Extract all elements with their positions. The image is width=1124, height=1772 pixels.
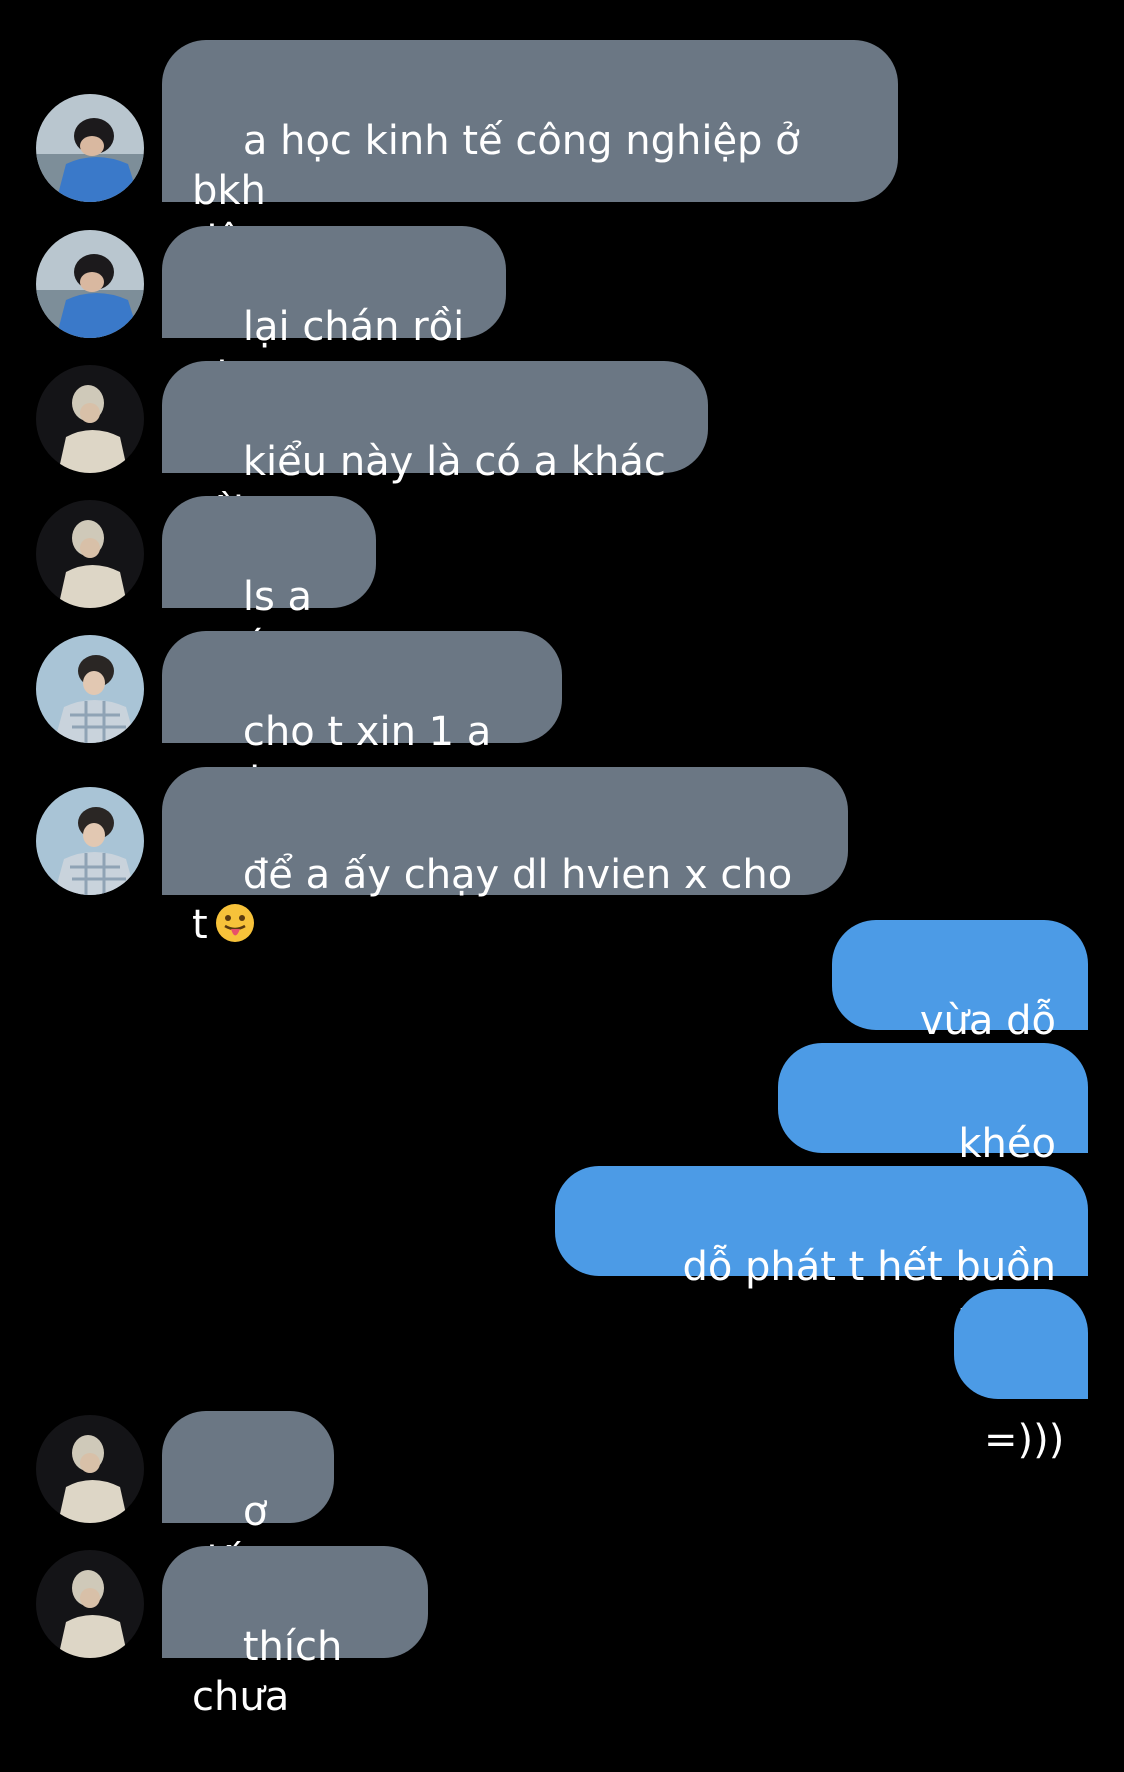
avatar-blue-shirt[interactable] bbox=[36, 94, 144, 202]
message-text: thích chưa bbox=[192, 1624, 356, 1720]
incoming-message[interactable]: kiểu này là có a khác rồi bbox=[162, 361, 708, 535]
incoming-message[interactable]: cho t xin 1 a vs b bbox=[162, 631, 562, 805]
avatar-blonde-dark[interactable] bbox=[36, 1415, 144, 1523]
message-text: để a ấy chạy dl hvien x cho t bbox=[192, 852, 805, 948]
incoming-message[interactable]: lại chán rồi ak bbox=[162, 226, 506, 400]
avatar-blonde-dark[interactable] bbox=[36, 365, 144, 473]
outgoing-message[interactable]: =))) bbox=[954, 1289, 1088, 1463]
tongue-out-emoji bbox=[214, 902, 256, 956]
avatar-plaid-shirt[interactable] bbox=[36, 635, 144, 743]
outgoing-message[interactable]: dỗ phát t hết buồn ngay bbox=[555, 1166, 1088, 1340]
incoming-message[interactable]: thích chưa bbox=[162, 1546, 428, 1720]
avatar-blue-shirt[interactable] bbox=[36, 230, 144, 338]
outgoing-message[interactable]: vừa dỗ rồi bbox=[832, 920, 1088, 1094]
incoming-message[interactable]: ơ đấy bbox=[162, 1411, 334, 1585]
incoming-message[interactable]: để a ấy chạy dl hvien x cho t bbox=[162, 767, 848, 948]
incoming-message[interactable]: ls a quá bbox=[162, 496, 376, 670]
outgoing-message[interactable]: khéo mồm ls bbox=[778, 1043, 1088, 1217]
incoming-message[interactable]: a học kinh tế công nghiệp ở bkh đâu bbox=[162, 40, 898, 264]
chat-thread[interactable]: a học kinh tế công nghiệp ở bkh đâu lại … bbox=[0, 0, 1124, 1720]
avatar-plaid-shirt[interactable] bbox=[36, 787, 144, 895]
avatar-blonde-dark[interactable] bbox=[36, 500, 144, 608]
message-text: =))) bbox=[984, 1417, 1065, 1463]
avatar-blonde-dark[interactable] bbox=[36, 1550, 144, 1658]
